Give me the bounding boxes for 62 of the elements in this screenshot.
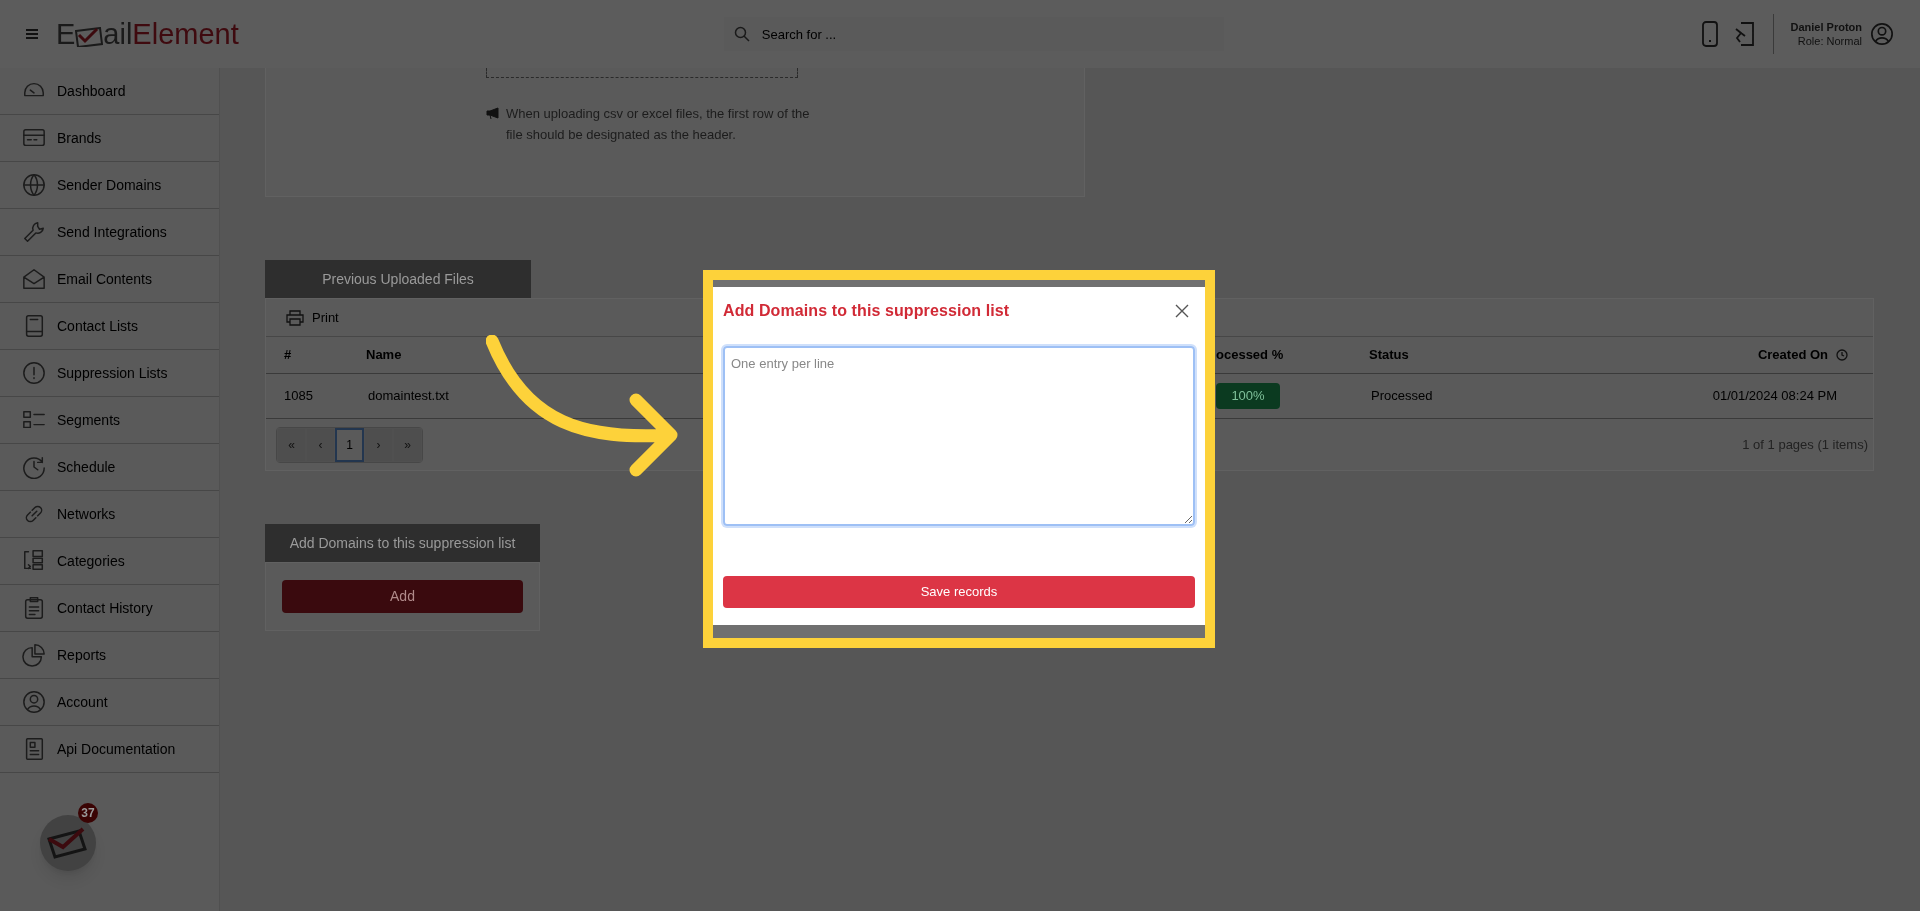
sidebar-item[interactable]: Api Documentation	[0, 726, 219, 773]
sidebar-item[interactable]: Categories	[0, 538, 219, 585]
user-circle-icon[interactable]	[1870, 22, 1894, 46]
sidebar-item[interactable]: Email Contents	[0, 256, 219, 303]
print-button[interactable]: Print	[286, 307, 339, 328]
table-cell: domaintest.txt	[368, 388, 449, 404]
column-header: #	[284, 347, 292, 363]
user-circle-icon	[22, 690, 46, 714]
column-header: ocessed %	[1216, 347, 1284, 363]
envelope-logo-icon	[75, 26, 104, 47]
page-button[interactable]: ‹	[306, 427, 335, 462]
sidebar-item[interactable]: Segments	[0, 397, 219, 444]
mail-check-icon[interactable]	[40, 815, 96, 871]
logo-text: E	[56, 19, 76, 49]
sidebar-item[interactable]: Networks	[0, 491, 219, 538]
column-header: Created On	[1757, 346, 1828, 365]
sidebar-item[interactable]: Brands	[0, 115, 219, 162]
progress-badge: 100%	[1216, 383, 1280, 409]
logo-text: ail	[103, 19, 133, 49]
add-button[interactable]: Add	[282, 580, 523, 613]
sidebar-item[interactable]: Schedule	[0, 444, 219, 491]
exit-door-icon[interactable]	[1733, 21, 1756, 47]
user-role: Role: Normal	[1797, 34, 1862, 48]
menu-icon[interactable]	[26, 29, 38, 39]
sidebar-item[interactable]: Sender Domains	[0, 162, 219, 209]
table-cell: 1085	[284, 388, 313, 404]
page-button[interactable]: »	[393, 427, 422, 462]
entries-textarea[interactable]: One entry per line	[723, 346, 1195, 526]
megaphone-icon	[486, 107, 500, 119]
user-name: Daniel Proton	[1790, 20, 1862, 34]
envelope-icon	[22, 267, 46, 291]
sidebar-item[interactable]: Contact History	[0, 585, 219, 632]
clipboard-icon	[22, 596, 46, 620]
pie-chart-icon	[22, 643, 46, 667]
sidebar-item[interactable]: Dashboard	[0, 68, 219, 115]
sidebar-item[interactable]: Reports	[0, 632, 219, 679]
exclamation-circle-icon	[22, 361, 46, 385]
page-button[interactable]: ›	[364, 427, 393, 462]
sidebar-item[interactable]: Contact Lists	[0, 303, 219, 350]
globe-icon	[22, 173, 46, 197]
phone-icon[interactable]	[1701, 21, 1720, 47]
modal-title: Add Domains to this suppression list	[723, 301, 1011, 321]
sidebar-item[interactable]: Suppression Lists	[0, 350, 219, 397]
logo-text: Element	[132, 19, 239, 49]
page-button[interactable]: «	[277, 427, 306, 462]
notification-count: 37	[78, 803, 98, 823]
column-header: Name	[366, 347, 402, 363]
upload-note: When uploading csv or excel files, the first row of the file should be designated as the header.	[506, 105, 811, 144]
column-header: Status	[1369, 347, 1409, 363]
search-icon	[733, 26, 750, 42]
sidebar-item[interactable]: Account	[0, 679, 219, 726]
table-cell: Processed	[1371, 388, 1433, 404]
clock-icon	[1836, 349, 1848, 361]
table-cell-text: 01/01/2024 08:24 PM	[1712, 387, 1837, 406]
save-records-button[interactable]: Save records	[723, 576, 1195, 608]
close-icon[interactable]	[1175, 304, 1189, 318]
wrench-icon	[22, 220, 46, 244]
categories-icon	[22, 549, 46, 573]
sidebar-item[interactable]: Send Integrations	[0, 209, 219, 256]
printer-icon	[286, 309, 304, 326]
clock-icon	[22, 455, 46, 479]
page-button[interactable]: 1	[335, 427, 364, 462]
